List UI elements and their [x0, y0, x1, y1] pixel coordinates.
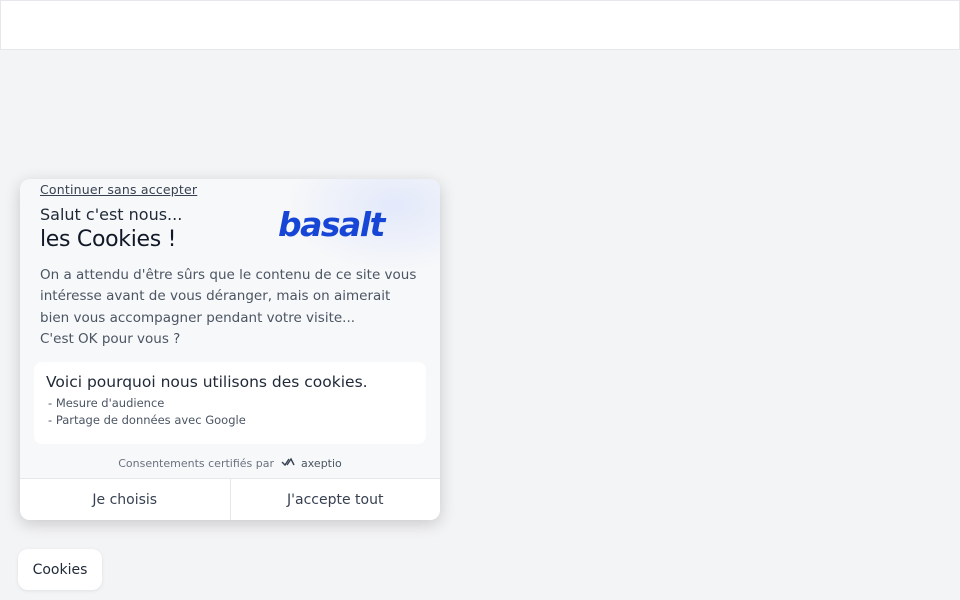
continue-without-accepting-link[interactable]: Continuer sans accepter	[40, 182, 197, 197]
consent-intro-paragraph: On a attendu d'être sûrs que le contenu …	[40, 267, 417, 326]
consent-actions: Je choisis J'accepte tout	[20, 478, 440, 520]
consent-intro-question: C'est OK pour vous ?	[40, 330, 181, 347]
choose-button[interactable]: Je choisis	[20, 479, 230, 520]
top-navigation-bar	[0, 0, 960, 50]
list-item: Mesure d'audience	[48, 395, 246, 412]
cookie-consent-dialog: Continuer sans accepter Salut c'est nous…	[20, 179, 440, 520]
axeptio-check-icon	[281, 457, 295, 470]
consent-intro: On a attendu d'être sûrs que le contenu …	[40, 265, 420, 350]
cookies-settings-button[interactable]: Cookies	[18, 549, 102, 590]
consent-greeting: Salut c'est nous...	[40, 205, 183, 224]
certified-by-footer: Consentements certifiés par axeptio	[20, 457, 440, 470]
consent-headline: les Cookies !	[40, 227, 177, 252]
list-item: Partage de données avec Google	[48, 412, 246, 429]
cookie-purposes-title: Voici pourquoi nous utilisons des cookie…	[46, 373, 368, 391]
accept-all-button[interactable]: J'accepte tout	[229, 479, 441, 520]
axeptio-brand: axeptio	[301, 457, 342, 470]
basalt-logo: basalt	[278, 205, 385, 244]
cookie-purposes-box: Voici pourquoi nous utilisons des cookie…	[34, 362, 426, 444]
certified-text: Consentements certifiés par	[118, 457, 275, 470]
cookie-purposes-list: Mesure d'audience Partage de données ave…	[48, 395, 246, 429]
